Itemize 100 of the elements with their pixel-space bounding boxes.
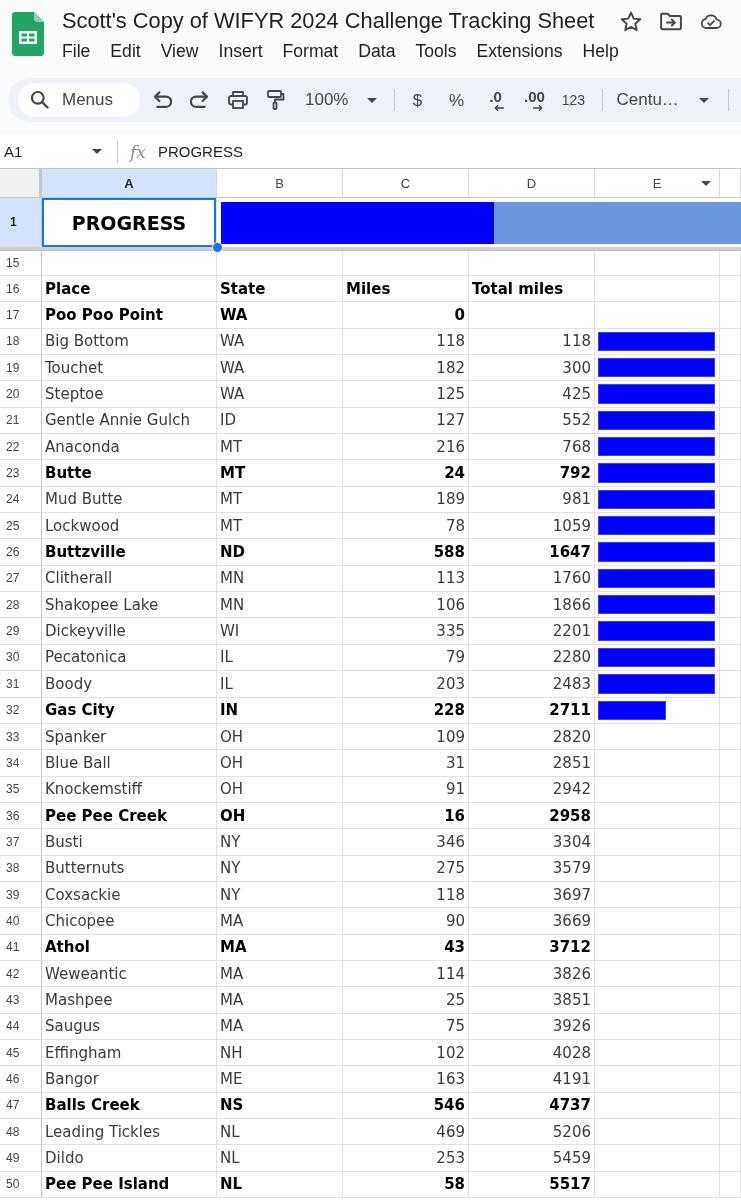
table-cell: 3926 — [469, 1013, 595, 1040]
table-cell: 125 — [343, 381, 469, 408]
menu-item[interactable]: Tools — [415, 40, 457, 62]
row-number[interactable]: 47 — [0, 1092, 42, 1119]
table-cell: Balls Creek — [42, 1092, 217, 1119]
menu-item[interactable]: Data — [358, 40, 396, 62]
table-cell: ME — [217, 1066, 343, 1093]
row-number[interactable]: 22 — [0, 434, 42, 461]
print-icon[interactable] — [228, 90, 248, 110]
row-number[interactable]: 18 — [0, 328, 42, 356]
currency-format-button[interactable]: $ — [401, 85, 434, 115]
star-icon[interactable] — [620, 10, 642, 32]
table-cell: 768 — [469, 434, 595, 461]
table-cell: 113 — [343, 565, 469, 593]
table-cell: Coxsackie — [42, 881, 217, 909]
zoom-dropdown[interactable]: 100% — [298, 85, 386, 115]
table-cell: MA — [217, 908, 343, 935]
table-cell: Spanker — [42, 723, 217, 751]
caret-icon — [92, 149, 102, 154]
table-cell: 163 — [343, 1066, 469, 1093]
table-cell: 1647 — [469, 539, 595, 566]
row-number[interactable]: 29 — [0, 618, 42, 645]
table-cell[interactable]: PROGRESS — [42, 198, 217, 247]
percent-format-button[interactable]: % — [440, 85, 473, 115]
paint-roller-icon[interactable] — [266, 90, 286, 110]
table-cell: WA — [217, 381, 343, 408]
font-dropdown[interactable]: Centu… — [609, 85, 717, 115]
increase-decimals-button[interactable]: .00 — [518, 85, 551, 115]
spreadsheet-logo-icon[interactable] — [12, 12, 44, 56]
row-number[interactable]: 32 — [0, 697, 42, 724]
column-header[interactable]: C — [343, 169, 469, 198]
table-cell: 588 — [343, 539, 469, 566]
column-header[interactable]: D — [469, 169, 595, 198]
table-cell: 5459 — [469, 1145, 595, 1172]
row-number[interactable]: 43 — [0, 987, 42, 1014]
menu-item[interactable]: Extensions — [476, 40, 563, 62]
table-cell: 0 — [343, 302, 469, 329]
row-number[interactable]: 17 — [0, 302, 42, 329]
row-number[interactable]: 50 — [0, 1171, 42, 1199]
table-cell: MA — [217, 960, 343, 988]
row-number[interactable]: 40 — [0, 908, 42, 935]
formula-field[interactable]: PROGRESS — [157, 135, 741, 168]
table-cell: 228 — [343, 697, 469, 724]
row-number[interactable]: 42 — [0, 960, 42, 988]
menu-item[interactable]: Insert — [218, 40, 263, 62]
row-number[interactable]: 27 — [0, 565, 42, 593]
menu-item[interactable]: View — [160, 40, 199, 62]
table-cell: 2820 — [469, 723, 595, 751]
menu-item[interactable]: Help — [582, 40, 619, 62]
row-number[interactable]: 37 — [0, 829, 42, 856]
name-box[interactable]: A1 — [0, 137, 108, 166]
redo-icon[interactable] — [190, 90, 210, 110]
undo-icon[interactable] — [152, 90, 172, 110]
table-cell: Clitherall — [42, 565, 217, 593]
table-cell: Gas City — [42, 697, 217, 724]
row-number[interactable]: 41 — [0, 934, 42, 961]
caret-icon — [367, 97, 378, 103]
menu-item[interactable]: Edit — [110, 40, 141, 62]
row-number[interactable]: 23 — [0, 460, 42, 487]
table-cell: 5206 — [469, 1119, 595, 1146]
row-number[interactable]: 1 — [0, 198, 42, 247]
row-number[interactable]: 44 — [0, 1013, 42, 1040]
caret-icon[interactable] — [701, 180, 711, 186]
row-number[interactable]: 20 — [0, 381, 42, 408]
table-cell: Miles — [343, 276, 469, 303]
row-number[interactable]: 25 — [0, 513, 42, 540]
row-number[interactable]: 45 — [0, 1039, 42, 1067]
row-number[interactable]: 38 — [0, 855, 42, 882]
table-cell: Busti — [42, 829, 217, 856]
column-header[interactable]: B — [217, 169, 343, 198]
decrease-decimals-button[interactable]: .0 — [479, 85, 512, 115]
row-number[interactable]: 16 — [0, 276, 42, 303]
row-number[interactable]: 19 — [0, 355, 42, 382]
table-cell: Pee Pee Island — [42, 1171, 217, 1199]
row-number[interactable]: 15 — [0, 251, 42, 276]
row-number[interactable]: 31 — [0, 671, 42, 698]
column-header[interactable]: A — [42, 169, 217, 198]
row-number[interactable]: 24 — [0, 486, 42, 514]
menu-item[interactable]: Format — [282, 40, 339, 62]
row-number[interactable]: 21 — [0, 407, 42, 435]
column-header[interactable]: E — [595, 169, 720, 198]
row-number[interactable]: 28 — [0, 592, 42, 619]
table-cell: MT — [217, 486, 343, 514]
search-field[interactable]: Menus — [18, 83, 140, 117]
row-number[interactable]: 26 — [0, 539, 42, 566]
row-number[interactable]: 49 — [0, 1145, 42, 1172]
row-number[interactable]: 48 — [0, 1119, 42, 1146]
move-to-folder-icon[interactable] — [660, 10, 682, 32]
row-number[interactable]: 36 — [0, 802, 42, 830]
row-number[interactable]: 39 — [0, 881, 42, 909]
row-number[interactable]: 35 — [0, 776, 42, 803]
number-format-button[interactable]: 123 — [557, 85, 590, 115]
row-number[interactable]: 33 — [0, 723, 42, 751]
table-cell: MT — [217, 460, 343, 487]
row-number[interactable]: 34 — [0, 750, 42, 777]
row-number[interactable]: 46 — [0, 1066, 42, 1093]
menu-item[interactable]: File — [62, 40, 91, 62]
document-title[interactable]: Scott's Copy of WIFYR 2024 Challenge Tracking Sheet — [62, 8, 595, 34]
table-cell: 3826 — [469, 960, 595, 988]
row-number[interactable]: 30 — [0, 644, 42, 672]
